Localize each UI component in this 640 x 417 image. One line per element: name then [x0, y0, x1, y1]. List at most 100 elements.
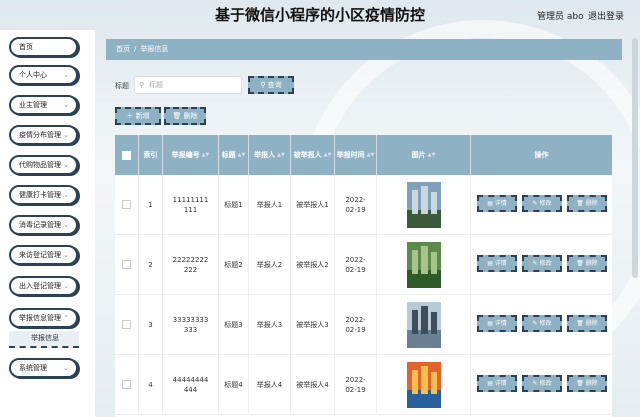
checkbox[interactable] [122, 150, 131, 160]
sidebar-item-disinfect[interactable]: 消毒记录管理 ⌄ [9, 215, 78, 235]
report-image[interactable] [406, 241, 441, 288]
sidebar-item-report[interactable]: 举报信息管理 ⌃ [9, 308, 78, 328]
sidebar-item-health[interactable]: 健康打卡管理 ⌄ [9, 185, 78, 205]
cell-reporter: 举报人3 [249, 295, 291, 354]
detail-button[interactable]: ▤ 详情 [477, 315, 517, 332]
checkbox[interactable] [122, 320, 131, 329]
select-all-checkbox[interactable] [115, 135, 139, 175]
chevron-down-icon: ⌄ [63, 282, 69, 290]
report-image[interactable] [406, 361, 441, 408]
sidebar-item-label: 来访登记管理 [19, 251, 61, 259]
sidebar-item-label: 个人中心 [19, 71, 47, 79]
image-cell [377, 355, 471, 414]
detail-button[interactable]: ▤ 详情 [477, 195, 517, 212]
sidebar-item-purchase[interactable]: 代购物品管理 ⌄ [9, 155, 78, 175]
cell-reporter: 举报人1 [249, 175, 291, 234]
detail-button[interactable]: ▤ 详情 [477, 255, 517, 272]
edit-button[interactable]: ✎ 修改 [522, 255, 562, 272]
add-button[interactable]: ＋ 新增 [115, 107, 161, 125]
col-reported[interactable]: 被举报人 ▲▼ [291, 135, 335, 175]
sort-icon[interactable]: ▲▼ [202, 150, 210, 160]
chevron-down-icon: ⌄ [63, 101, 69, 109]
table-header: 索引 举报编号 ▲▼ 标题 ▲▼ 举报人 ▲▼ 被举报人 ▲▼ 举报时间 ▲▼ 图片 ▲▼ … [115, 135, 612, 175]
sort-icon[interactable]: ▲▼ [428, 150, 436, 160]
cell-reported: 被举报人3 [291, 295, 335, 354]
sidebar-item-home[interactable]: 首页 [9, 37, 78, 57]
query-button[interactable]: ⚲ 查询 [248, 76, 294, 94]
cell-code: 22222222222 [163, 235, 219, 294]
sidebar-item-system[interactable]: 系统管理 ⌄ [9, 358, 78, 378]
col-reporter[interactable]: 举报人 ▲▼ [249, 135, 291, 175]
cell-time: 2022-02-19 [335, 295, 377, 354]
action-label: 修改 [539, 200, 552, 207]
action-label: 删除 [585, 320, 598, 327]
row-delete-button[interactable]: 🗑 删除 [567, 195, 607, 212]
scrollbar[interactable] [632, 38, 638, 278]
checkbox[interactable] [122, 200, 131, 209]
cell-text: 1 [148, 200, 153, 209]
sort-icon[interactable]: ▲▼ [324, 150, 332, 160]
row-delete-button[interactable]: 🗑 删除 [567, 255, 607, 272]
checkbox[interactable] [122, 380, 131, 389]
col-image[interactable]: 图片 ▲▼ [377, 135, 471, 175]
cell-index: 4 [139, 355, 163, 414]
delete-button[interactable]: 🗑 删除 [164, 107, 206, 125]
chevron-down-icon: ⌄ [63, 131, 69, 139]
cell-time: 2022-02-19 [335, 175, 377, 234]
col-code[interactable]: 举报编号 ▲▼ [163, 135, 219, 175]
cell-text: 举报人2 [256, 260, 283, 269]
sidebar-item-visitor[interactable]: 来访登记管理 ⌄ [9, 245, 78, 265]
cell-text: 标题3 [224, 320, 243, 329]
sidebar-item-label: 消毒记录管理 [19, 221, 61, 229]
sidebar-subitem-report-info[interactable]: 举报信息 [9, 331, 79, 348]
sort-icon[interactable]: ▲▼ [238, 150, 246, 160]
col-time[interactable]: 举报时间 ▲▼ [335, 135, 377, 175]
edit-button[interactable]: ✎ 修改 [522, 375, 562, 392]
cell-text: 被举报人3 [296, 320, 329, 329]
search-label: 标题 [115, 82, 129, 90]
breadcrumb: 首页 / 举报信息 [106, 39, 622, 60]
detail-button[interactable]: ▤ 详情 [477, 375, 517, 392]
breadcrumb-current: 举报信息 [140, 45, 169, 53]
sidebar-item-access[interactable]: 出入登记管理 ⌄ [9, 276, 78, 296]
checkbox[interactable] [122, 260, 131, 269]
col-label: 索引 [143, 151, 158, 159]
chevron-down-icon: ⌄ [63, 71, 69, 79]
cell-title: 标题3 [219, 295, 249, 354]
row-select-cell [115, 295, 139, 354]
sidebar-item-label: 疫情分布管理 [19, 131, 61, 139]
logout-link[interactable]: 退出登录 [588, 9, 624, 22]
cell-code: 11111111111 [163, 175, 219, 234]
action-label: 详情 [494, 380, 507, 387]
search-placeholder: 标题 [149, 81, 163, 89]
chevron-up-icon: ⌃ [63, 314, 69, 322]
image-cell [377, 295, 471, 354]
cell-text: 44444444444 [172, 375, 209, 394]
cell-reported: 被举报人2 [291, 235, 335, 294]
top-header: 基于微信小程序的小区疫情防控 管理员 abo 退出登录 [0, 0, 640, 30]
sidebar-item-label: 举报信息管理 [19, 314, 61, 322]
edit-button[interactable]: ✎ 修改 [522, 315, 562, 332]
sidebar-item-epidemic[interactable]: 疫情分布管理 ⌄ [9, 125, 78, 145]
action-label: 删除 [585, 200, 598, 207]
cell-text: 标题1 [224, 200, 243, 209]
edit-button[interactable]: ✎ 修改 [522, 195, 562, 212]
query-button-label: 查询 [267, 81, 282, 89]
row-delete-button[interactable]: 🗑 删除 [567, 315, 607, 332]
cell-text: 标题2 [224, 260, 243, 269]
report-image[interactable] [406, 301, 441, 348]
row-delete-button[interactable]: 🗑 删除 [567, 375, 607, 392]
table-row: 2 22222222222 标题2 举报人2 被举报人2 2022-02-19 ▤ 详情 ✎ … [115, 235, 612, 295]
report-image[interactable] [406, 181, 441, 228]
search-input[interactable]: ⚲ 标题 [134, 76, 242, 94]
breadcrumb-separator: / [134, 45, 137, 53]
plus-icon: ＋ [126, 112, 136, 120]
sidebar-item-owners[interactable]: 业主管理 ⌄ [9, 95, 78, 115]
col-title[interactable]: 标题 ▲▼ [219, 135, 249, 175]
sidebar-item-profile[interactable]: 个人中心 ⌄ [9, 65, 78, 85]
actions-cell: ▤ 详情 ✎ 修改 🗑 删除 [471, 355, 612, 414]
sort-icon[interactable]: ▲▼ [367, 150, 375, 160]
sort-icon[interactable]: ▲▼ [277, 150, 285, 160]
breadcrumb-home[interactable]: 首页 [116, 45, 130, 53]
sidebar-item-label: 出入登记管理 [19, 282, 61, 290]
